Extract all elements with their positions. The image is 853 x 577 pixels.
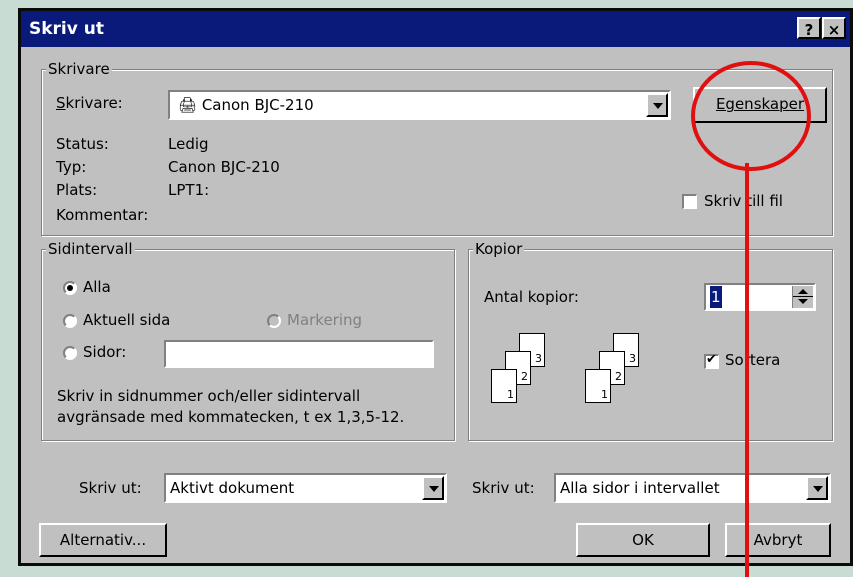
page-number: 2 [615, 370, 622, 383]
pages-label[interactable]: Sidor: [83, 342, 126, 362]
annotation-line [745, 163, 749, 577]
printer-select[interactable]: 🖨 Canon BJC-210 [168, 90, 671, 120]
ok-button-label: OK [632, 531, 654, 549]
printer-select-value: 🖨 Canon BJC-210 [178, 92, 314, 118]
title-bar: Skriv ut ? × [21, 11, 850, 47]
spin-down-icon[interactable] [798, 299, 808, 304]
printer-label: Skrivare: [56, 94, 123, 112]
page-icon: 1 [585, 369, 611, 403]
printer-icon: 🖨 [178, 96, 198, 114]
page-number: 2 [521, 370, 528, 383]
chevron-down-icon[interactable] [422, 476, 444, 500]
location-value: LPT1: [168, 181, 210, 199]
spin-up-icon[interactable] [798, 289, 808, 294]
copies-count-label: Antal kopior: [484, 288, 579, 306]
pages-input[interactable] [164, 340, 434, 368]
print-to-file-label[interactable]: Skriv till fil [704, 191, 783, 211]
current-page-label[interactable]: Aktuell sida [83, 310, 170, 330]
printer-name: Canon BJC-210 [201, 96, 314, 114]
location-label: Plats: [56, 181, 98, 199]
all-pages-label[interactable]: Alla [83, 277, 111, 297]
dialog-title: Skriv ut [29, 19, 104, 39]
selection-label: Markering [287, 311, 363, 329]
status-label: Status: [56, 135, 109, 153]
pages-radio[interactable] [63, 346, 77, 360]
cancel-button[interactable]: Avbryt [725, 523, 831, 557]
ok-button[interactable]: OK [576, 523, 710, 557]
options-button-label: Alternativ... [59, 531, 147, 549]
print-select[interactable]: Alla sidor i intervallet [554, 473, 831, 503]
printer-group-legend: Skrivare [46, 60, 112, 78]
range-hint-line2: avgränsade med kommatecken, t ex 1,3,5-1… [57, 408, 405, 426]
print-to-file-checkbox[interactable] [682, 194, 697, 209]
print-label: Skriv ut: [472, 479, 535, 497]
current-page-radio[interactable] [63, 314, 77, 328]
page-number: 1 [507, 388, 514, 401]
help-button[interactable]: ? [797, 17, 821, 39]
comment-label: Kommentar: [56, 206, 149, 224]
page-number: 3 [629, 352, 636, 365]
annotation-circle [691, 61, 811, 171]
page-icon: 1 [491, 369, 517, 403]
printer-label-rest: krivare: [65, 94, 123, 112]
print-value: Alla sidor i intervallet [560, 479, 720, 497]
spin-divider [793, 296, 813, 297]
range-hint-line1: Skriv in sidnummer och/eller sidinterval… [57, 387, 361, 405]
page-number: 3 [535, 352, 542, 365]
backdrop [0, 0, 853, 8]
type-value: Canon BJC-210 [168, 158, 280, 176]
close-button[interactable]: × [822, 17, 846, 39]
print-what-select[interactable]: Aktivt dokument [164, 473, 447, 503]
copies-legend: Kopior [473, 240, 525, 258]
status-value: Ledig [168, 135, 209, 153]
copies-count-stepper[interactable]: 1 [704, 283, 816, 311]
all-pages-radio[interactable] [63, 281, 77, 295]
print-what-label: Skriv ut: [79, 479, 142, 497]
options-button[interactable]: Alternativ... [39, 523, 167, 557]
spinner-arrows-icon[interactable] [792, 286, 813, 308]
cancel-button-label: Avbryt [753, 531, 803, 549]
collate-checkbox[interactable] [704, 352, 719, 369]
print-what-value: Aktivt dokument [170, 479, 295, 497]
type-label: Typ: [56, 158, 87, 176]
selection-radio [267, 314, 281, 328]
print-dialog: Skriv ut ? × Skrivare Skrivare: 🖨 Canon … [18, 8, 853, 577]
copies-count-value: 1 [710, 286, 722, 308]
chevron-down-icon[interactable] [646, 93, 668, 117]
page-number: 1 [601, 388, 608, 401]
collate-label[interactable]: Sortera [725, 350, 780, 370]
page-range-legend: Sidintervall [46, 240, 135, 258]
chevron-down-icon[interactable] [806, 476, 828, 500]
